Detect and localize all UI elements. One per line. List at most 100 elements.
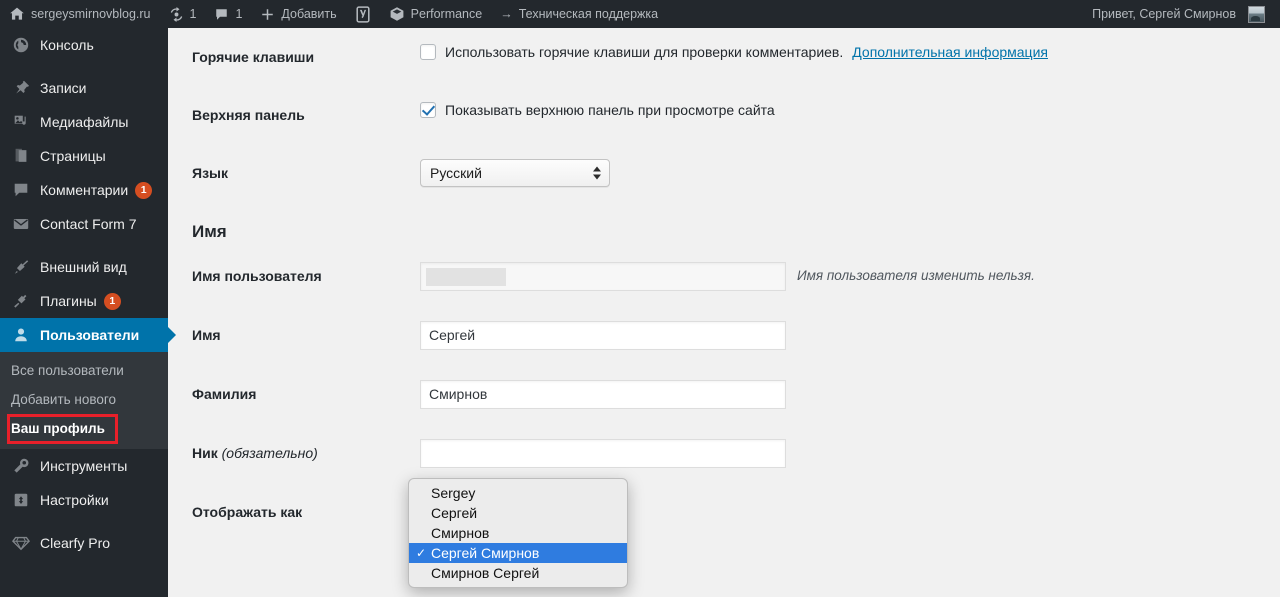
comment-icon — [11, 180, 31, 200]
sidebar-item-label: Contact Form 7 — [40, 216, 137, 232]
envelope-icon — [11, 214, 31, 234]
menu-separator — [0, 517, 168, 526]
username-field-wrap: Имя пользователя изменить нельзя. — [420, 261, 1242, 291]
adminbar-yoast[interactable] — [346, 0, 380, 28]
toolbar-checkbox-line[interactable]: Показывать верхнюю панель при просмотре … — [420, 101, 1242, 119]
display-name-dropdown-popup[interactable]: Sergey Сергей Смирнов Сергей Смирнов Сми… — [408, 478, 628, 588]
performance-cube-icon — [389, 6, 405, 22]
adminbar-performance-label: Performance — [410, 7, 483, 21]
menu-separator — [0, 62, 168, 71]
sidebar-subitem-all-users[interactable]: Все пользователи — [0, 356, 168, 385]
language-label: Язык — [192, 165, 228, 182]
sidebar-item-pages[interactable]: Страницы — [0, 139, 168, 173]
sidebar-item-label: Консоль — [40, 37, 94, 53]
first-name-input[interactable]: Сергей — [420, 320, 786, 350]
users-icon — [11, 325, 31, 345]
row-last-name: Фамилия Смирнов — [192, 365, 1252, 424]
adminbar-updates[interactable]: 1 — [160, 0, 206, 28]
yoast-seo-icon — [355, 5, 371, 23]
submenu-list: Все пользователи Добавить нового Ваш про… — [0, 352, 168, 449]
last-name-input[interactable]: Смирнов — [420, 379, 786, 409]
sidebar-item-media[interactable]: Медиафайлы — [0, 105, 168, 139]
language-select[interactable]: Русский — [420, 159, 610, 188]
diamond-icon — [11, 533, 31, 553]
sidebar-subitem-your-profile[interactable]: Ваш профиль — [0, 414, 168, 444]
sidebar-item-label: Инструменты — [40, 458, 128, 474]
hotkeys-more-info-link[interactable]: Дополнительная информация — [852, 43, 1048, 61]
first-name-field: Сергей — [420, 306, 1252, 365]
sidebar-item-plugins[interactable]: Плагины 1 — [0, 284, 168, 318]
last-name-field: Смирнов — [420, 365, 1252, 424]
last-name-input-value: Смирнов — [429, 386, 488, 403]
adminbar-new-content[interactable]: Добавить — [251, 0, 345, 28]
sidebar-subitem-add-new[interactable]: Добавить нового — [0, 385, 168, 414]
pages-icon — [11, 146, 31, 166]
first-name-input-value: Сергей — [429, 327, 476, 344]
page-section-title: Имя — [192, 221, 227, 241]
nickname-input[interactable] — [420, 438, 786, 468]
arrow-right-icon: → — [500, 7, 513, 21]
plugins-update-badge: 1 — [103, 292, 121, 310]
plus-icon — [260, 7, 275, 22]
sidebar-item-users[interactable]: Пользователи — [0, 318, 176, 352]
hotkeys-checkbox[interactable] — [420, 44, 436, 61]
first-name-label: Имя — [192, 326, 221, 343]
adminbar-site-name[interactable]: sergeysmirnovblog.ru — [0, 0, 160, 28]
toolbar-label: Верхняя панель — [192, 107, 305, 124]
dropdown-option[interactable]: Sergey — [409, 483, 627, 503]
hotkeys-text: Использовать горячие клавиши для проверк… — [445, 44, 844, 60]
dropdown-option[interactable]: Сергей — [409, 503, 627, 523]
adminbar-comments[interactable]: 1 — [205, 0, 251, 28]
comments-pending-badge: 1 — [135, 181, 153, 199]
adminbar-greeting: Привет, Сергей Смирнов — [1092, 7, 1236, 21]
toolbar-checkbox[interactable] — [420, 102, 436, 119]
sidebar-item-clearfy-pro[interactable]: Clearfy Pro — [0, 526, 168, 560]
sidebar-item-settings[interactable]: Настройки — [0, 483, 168, 517]
sidebar-item-label: Внешний вид — [40, 259, 127, 275]
adminbar-updates-count: 1 — [189, 7, 197, 21]
chevron-updown-icon — [593, 166, 601, 180]
dropdown-option[interactable]: Смирнов — [409, 523, 627, 543]
admin-sidebar: Консоль Записи Медиафайлы Страницы Комме… — [0, 28, 176, 597]
row-hotkeys: Горячие клавиши Использовать горячие кла… — [192, 28, 1252, 86]
sidebar-item-label: Настройки — [40, 492, 109, 508]
language-field: Русский — [420, 144, 1252, 202]
sidebar-item-dashboard[interactable]: Консоль — [0, 28, 168, 62]
appearance-icon — [11, 257, 31, 277]
pin-icon — [11, 78, 31, 98]
language-select-value: Русский — [430, 165, 482, 182]
sidebar-item-contact-form-7[interactable]: Contact Form 7 — [0, 207, 168, 241]
hotkeys-label: Горячие клавиши — [192, 49, 315, 65]
adminbar-performance[interactable]: Performance — [380, 0, 492, 28]
dashboard-icon — [11, 35, 31, 55]
avatar — [1248, 5, 1265, 23]
last-name-label: Фамилия — [192, 385, 257, 402]
adminbar-my-account[interactable]: Привет, Сергей Смирнов — [1083, 0, 1280, 28]
sidebar-item-appearance[interactable]: Внешний вид — [0, 250, 168, 284]
sidebar-submenu-users: Все пользователи Добавить нового Ваш про… — [0, 352, 168, 449]
nickname-label: Ник (обязательно) — [192, 424, 420, 483]
username-field: Имя пользователя изменить нельзя. — [420, 247, 1252, 306]
dropdown-option-selected[interactable]: Сергей Смирнов — [409, 543, 627, 563]
submenu-item-label: Все пользователи — [11, 363, 124, 378]
adminbar-comments-count: 1 — [235, 7, 243, 21]
sidebar-item-label: Плагины — [40, 293, 97, 309]
sidebar-item-label: Clearfy Pro — [40, 535, 111, 551]
sidebar-item-label: Комментарии — [40, 182, 129, 198]
row-toolbar: Верхняя панель Показывать верхнюю панель… — [192, 86, 1252, 144]
sidebar-item-posts[interactable]: Записи — [0, 71, 168, 105]
dropdown-option[interactable]: Смирнов Сергей — [409, 563, 627, 583]
sidebar-item-comments[interactable]: Комментарии 1 — [0, 173, 168, 207]
hotkeys-checkbox-line[interactable]: Использовать горячие клавиши для проверк… — [420, 43, 1242, 61]
adminbar-new-content-label: Добавить — [281, 7, 337, 21]
row-language: Язык Русский — [192, 144, 1252, 202]
username-label: Имя пользователя — [192, 267, 322, 284]
adminbar-support[interactable]: → Техническая поддержка — [491, 0, 667, 28]
nickname-label-text: Ник — [192, 444, 218, 461]
menu-separator — [0, 241, 168, 250]
sidebar-item-label: Пользователи — [40, 327, 140, 343]
toolbar-text: Показывать верхнюю панель при просмотре … — [445, 102, 775, 119]
row-section-name: Имя — [192, 203, 1252, 247]
sidebar-item-tools[interactable]: Инструменты — [0, 449, 168, 483]
username-description: Имя пользователя изменить нельзя. — [797, 268, 1035, 284]
